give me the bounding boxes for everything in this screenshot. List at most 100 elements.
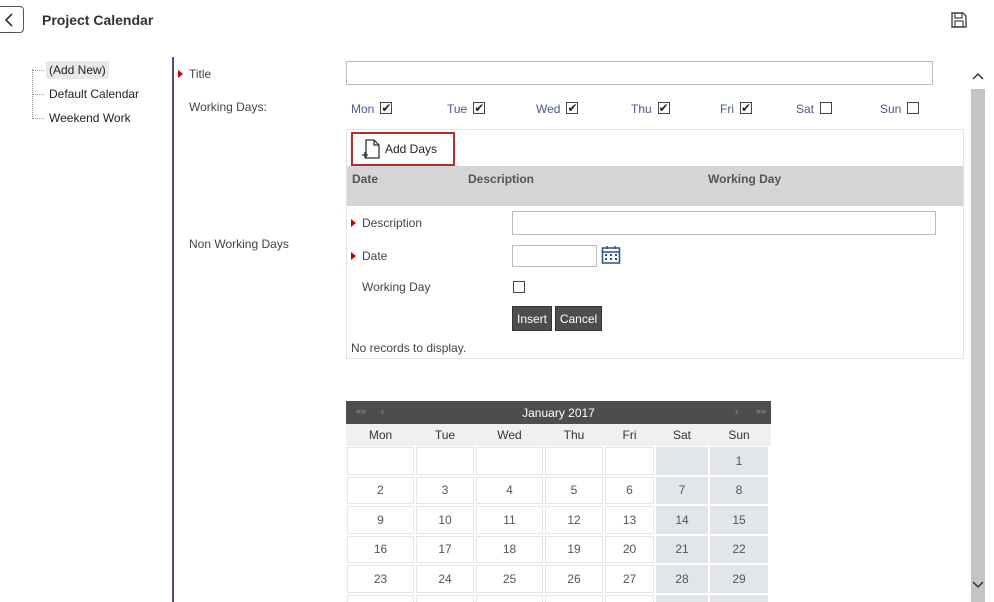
calendar-day[interactable]: 20 [605,535,654,563]
tree-item-label: (Add New) [46,61,109,79]
working-day-wed[interactable]: Wed ✔ [536,99,579,116]
working-day-checkbox[interactable]: ✔ [380,101,393,114]
calendar-day [416,447,474,475]
working-day-label: Sun [880,102,902,116]
title-input[interactable] [346,61,933,85]
calendar-day[interactable]: 17 [416,535,474,563]
date-input[interactable] [512,245,597,267]
back-button[interactable] [0,6,24,33]
calendar-month-title[interactable]: January 2017 [522,406,595,420]
scroll-down-icon[interactable] [970,577,986,593]
calendar-day[interactable]: 4 [476,476,543,504]
working-day-label: Mon [351,102,375,116]
working-day-thu[interactable]: Thu ✔ [631,99,670,116]
next-year-button[interactable]: »» [756,406,766,416]
calendar-day[interactable]: 22 [710,535,768,563]
tree-item-add-new[interactable]: (Add New) [30,58,142,82]
calendar-day [476,447,543,475]
working-day-label: Working Day [362,280,431,294]
dow-header: Sat [672,428,691,442]
working-day-checkbox[interactable] [820,101,833,114]
prev-year-button[interactable]: «« [356,406,366,416]
calendar-week-row: 3031 [346,594,771,602]
calendar-day[interactable]: 19 [545,535,603,563]
calendar-day[interactable]: 21 [656,535,708,563]
insert-button[interactable]: Insert [512,306,552,331]
next-month-button[interactable]: › [735,406,738,416]
calendar-week-row: 16 17 18 19 20 21 22 [346,535,771,565]
working-day-checkbox[interactable]: ✔ [657,101,670,114]
calendar-day[interactable]: 15 [710,506,768,534]
calendar-day [656,594,708,602]
calendar-header: «« ‹ January 2017 › »» [346,401,771,424]
calendar-day[interactable]: 7 [656,476,708,504]
calendar-tree: (Add New) Default Calendar Weekend Work [30,58,142,130]
calendar-day[interactable]: 8 [710,476,768,504]
panel-divider [172,57,174,602]
calendar-day[interactable]: 23 [347,565,414,593]
add-days-button[interactable]: Add Days [351,132,455,166]
scrollbar-thumb[interactable] [971,89,985,602]
calendar-week-row: 23 24 25 26 27 28 29 [346,564,771,594]
calendar-day[interactable]: 2 [347,476,414,504]
prev-month-button[interactable]: ‹ [381,406,384,416]
working-day-checkbox[interactable]: ✔ [740,101,752,114]
working-day-checkbox[interactable] [513,281,525,293]
column-header-date[interactable]: Date [352,172,378,186]
title-label: Title [177,67,212,81]
calendar-picker-icon[interactable] [601,245,621,265]
save-icon[interactable] [950,11,968,29]
working-day-sat[interactable]: Sat [796,99,833,116]
calendar-day[interactable]: 31 [416,594,474,602]
calendar-day [476,594,543,602]
calendar-day[interactable]: 9 [347,506,414,534]
page-title: Project Calendar [42,12,154,28]
working-day-mon[interactable]: Mon ✔ [351,99,393,116]
calendar-day[interactable]: 26 [545,565,603,593]
cancel-button[interactable]: Cancel [555,306,602,331]
calendar-day [656,447,708,475]
tree-item-default-calendar[interactable]: Default Calendar [30,82,142,106]
working-days-label: Working Days: [189,100,267,114]
calendar-day[interactable]: 1 [710,447,768,475]
add-document-icon [362,139,380,159]
working-day-label: Wed [536,102,561,116]
calendar-day[interactable]: 3 [416,476,474,504]
working-day-label: Sat [796,102,815,116]
calendar-day[interactable]: 25 [476,565,543,593]
calendar-day[interactable]: 11 [476,506,543,534]
calendar-day[interactable]: 28 [656,565,708,593]
calendar-day[interactable]: 5 [545,476,603,504]
scroll-up-icon[interactable] [970,68,986,84]
calendar-day [347,447,414,475]
tree-item-weekend-work[interactable]: Weekend Work [30,106,142,130]
working-day-fri[interactable]: Fri ✔ [720,99,752,116]
calendar-day[interactable]: 12 [545,506,603,534]
calendar-day[interactable]: 13 [605,506,654,534]
calendar-day[interactable]: 16 [347,535,414,563]
dow-header: Wed [497,428,522,442]
calendar-day[interactable]: 30 [347,594,414,602]
calendar-day [545,447,603,475]
calendar-day[interactable]: 27 [605,565,654,593]
working-day-checkbox[interactable]: ✔ [473,101,486,114]
calendar-day[interactable]: 18 [476,535,543,563]
column-header-description[interactable]: Description [468,172,534,186]
calendar-day[interactable]: 29 [710,565,768,593]
column-header-working-day[interactable]: Working Day [708,172,781,186]
calendar-day[interactable]: 24 [416,565,474,593]
date-label: Date [350,249,388,263]
calendar-day [605,594,654,602]
description-input[interactable] [512,211,936,235]
vertical-scrollbar[interactable] [970,62,986,602]
working-day-tue[interactable]: Tue ✔ [447,99,486,116]
dow-header: Tue [434,428,456,442]
working-day-checkbox[interactable] [907,101,920,114]
calendar-day[interactable]: 10 [416,506,474,534]
working-day-sun[interactable]: Sun [880,99,920,116]
non-working-grid-header: Date Description Working Day [347,166,963,206]
calendar-day[interactable]: 6 [605,476,654,504]
calendar-day[interactable]: 14 [656,506,708,534]
working-day-checkbox[interactable]: ✔ [566,101,579,114]
description-label: Description [350,216,423,230]
